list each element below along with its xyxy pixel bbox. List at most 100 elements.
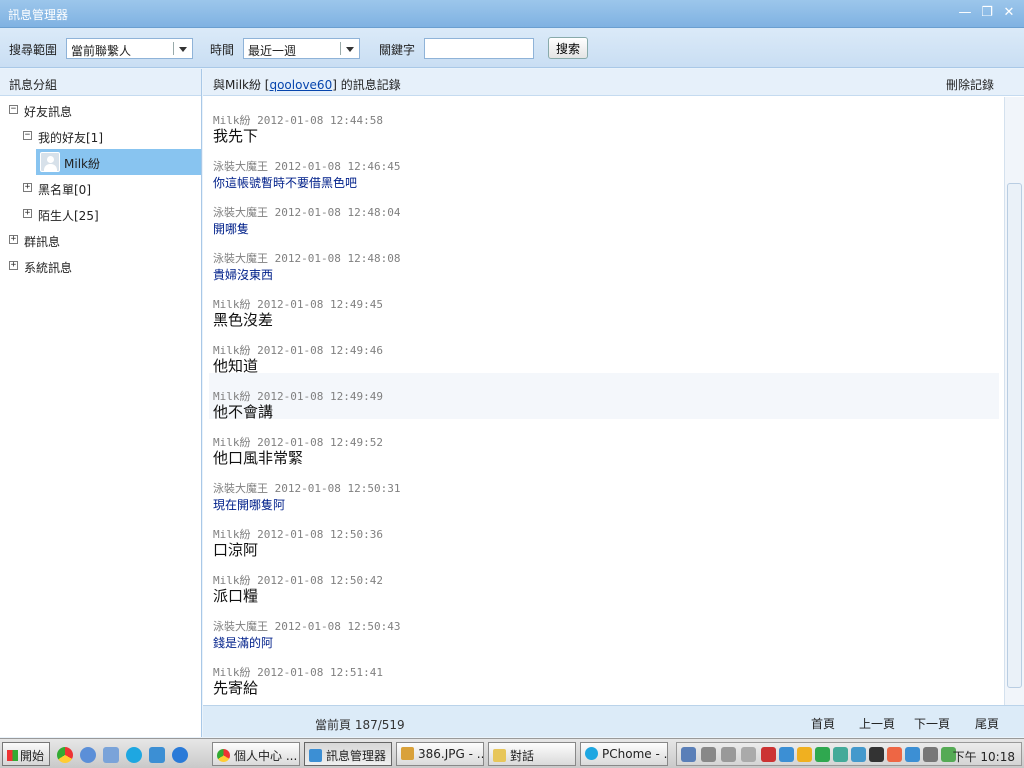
message-scrollbar[interactable] bbox=[1004, 97, 1024, 705]
message-sender: 泳裝大魔王 bbox=[213, 620, 268, 633]
message-time: 2012-01-08 12:49:45 bbox=[257, 298, 383, 311]
collapse-icon[interactable]: − bbox=[9, 105, 18, 114]
task-label: 個人中心 ... bbox=[234, 749, 298, 763]
scope-value: 當前聯繫人 bbox=[71, 44, 132, 58]
tree-item-blacklist[interactable]: + 黑名單[0] bbox=[0, 175, 200, 201]
task-label: 訊息管理器 bbox=[326, 749, 387, 763]
message-row: 泳裝大魔王 2012-01-08 12:48:04 開哪隻 bbox=[209, 189, 999, 236]
message-meta: 泳裝大魔王 2012-01-08 12:50:43 bbox=[213, 618, 400, 634]
skype-icon[interactable] bbox=[126, 747, 142, 763]
messenger-icon[interactable] bbox=[149, 747, 165, 763]
tray-icon[interactable] bbox=[833, 747, 848, 762]
chevron-down-icon[interactable] bbox=[346, 47, 354, 52]
chrome-icon bbox=[217, 749, 230, 762]
expand-icon[interactable]: + bbox=[23, 209, 32, 218]
message-row: Milk紛 2012-01-08 12:50:36 口涼阿 bbox=[209, 511, 999, 559]
search-toolbar: 搜尋範圍 當前聯繫人 時間 最近一週 關鍵字 搜索 bbox=[0, 28, 1024, 68]
tray-icon[interactable] bbox=[761, 747, 776, 762]
tree-item-contact-selected[interactable]: Milk紛 bbox=[36, 149, 201, 175]
close-button[interactable]: ✕ bbox=[1002, 5, 1016, 21]
scope-select[interactable]: 當前聯繫人 bbox=[66, 38, 193, 59]
task-message-manager[interactable]: 訊息管理器 bbox=[304, 742, 392, 766]
tray-icon[interactable] bbox=[905, 747, 920, 762]
maximize-button[interactable]: ❐ bbox=[980, 5, 994, 21]
media-player-icon[interactable] bbox=[80, 747, 96, 763]
contact-id-link[interactable]: qoolove60 bbox=[269, 78, 332, 92]
skype-icon bbox=[585, 747, 598, 760]
message-row: Milk紛 2012-01-08 12:44:58 我先下 bbox=[209, 97, 999, 145]
message-row: Milk紛 2012-01-08 12:49:46 他知道 bbox=[209, 327, 999, 375]
tray-icon[interactable] bbox=[779, 747, 794, 762]
task-dialog[interactable]: 對話 bbox=[488, 742, 576, 766]
last-page-button[interactable]: 尾頁 bbox=[975, 715, 999, 732]
tree-item-label: 好友訊息 bbox=[24, 105, 73, 119]
message-time: 2012-01-08 12:48:08 bbox=[274, 252, 401, 265]
message-meta: 泳裝大魔王 2012-01-08 12:48:04 bbox=[213, 204, 400, 220]
tree-item-my-friends[interactable]: − 我的好友[1] bbox=[0, 123, 200, 149]
message-time: 2012-01-08 12:50:43 bbox=[274, 620, 401, 633]
task-pchome[interactable]: PChome - ... bbox=[580, 742, 668, 766]
tree-item-friends[interactable]: − 好友訊息 bbox=[0, 97, 200, 123]
chevron-down-icon[interactable] bbox=[179, 47, 187, 52]
task-image-viewer[interactable]: 386.JPG - ... bbox=[396, 742, 484, 766]
title-bar: 訊息管理器 — ❐ ✕ bbox=[0, 0, 1024, 28]
message-time: 2012-01-08 12:51:41 bbox=[257, 666, 383, 679]
tree-item-label: 群訊息 bbox=[24, 235, 61, 249]
message-text: 先寄給 bbox=[213, 679, 259, 697]
tree-item-system[interactable]: + 系統訊息 bbox=[0, 253, 200, 279]
prev-page-button[interactable]: 上一頁 bbox=[859, 715, 895, 732]
windows-logo-icon bbox=[7, 750, 18, 761]
avatar-icon bbox=[40, 152, 60, 172]
task-personal-center[interactable]: 個人中心 ... bbox=[212, 742, 300, 766]
message-meta: 泳裝大魔王 2012-01-08 12:46:45 bbox=[213, 158, 400, 174]
message-row: Milk紛 2012-01-08 12:49:52 他口風非常緊 bbox=[209, 419, 999, 467]
time-select[interactable]: 最近一週 bbox=[243, 38, 360, 59]
expand-icon[interactable]: + bbox=[23, 183, 32, 192]
app-icon[interactable] bbox=[103, 747, 119, 763]
keyword-label: 關鍵字 bbox=[379, 43, 416, 57]
tray-icon[interactable] bbox=[741, 747, 756, 762]
tray-icon[interactable] bbox=[923, 747, 938, 762]
tray-icon[interactable] bbox=[851, 747, 866, 762]
scroll-thumb[interactable] bbox=[1007, 183, 1022, 688]
message-row: 泳裝大魔王 2012-01-08 12:50:43 錢是滿的阿 bbox=[209, 603, 999, 650]
next-page-button[interactable]: 下一頁 bbox=[914, 715, 950, 732]
tray-icon[interactable] bbox=[869, 747, 884, 762]
search-button[interactable]: 搜索 bbox=[548, 37, 588, 59]
tray-icon[interactable] bbox=[681, 747, 696, 762]
expand-icon[interactable]: + bbox=[9, 235, 18, 244]
combo-separator bbox=[173, 42, 174, 55]
tray-icon[interactable] bbox=[721, 747, 736, 762]
delete-records-button[interactable]: 刪除記錄 bbox=[946, 76, 994, 93]
scope-label: 搜尋範圍 bbox=[9, 43, 58, 57]
chrome-icon[interactable] bbox=[57, 747, 73, 763]
folder-icon bbox=[493, 749, 506, 762]
task-label: PChome - ... bbox=[602, 747, 668, 761]
tree-item-label: 黑名單[0] bbox=[38, 183, 91, 197]
expand-icon[interactable]: + bbox=[9, 261, 18, 270]
groups-header: 訊息分組 bbox=[0, 69, 201, 96]
taskbar: 開始 個人中心 ... 訊息管理器 386.JPG - ... 對話 PChom… bbox=[0, 738, 1024, 768]
collapse-icon[interactable]: − bbox=[23, 131, 32, 140]
qq-icon[interactable] bbox=[797, 747, 812, 762]
message-meta: 泳裝大魔王 2012-01-08 12:50:31 bbox=[213, 480, 400, 496]
message-meta: 泳裝大魔王 2012-01-08 12:48:08 bbox=[213, 250, 400, 266]
tree-item-strangers[interactable]: + 陌生人[25] bbox=[0, 201, 200, 227]
system-tray: 下午 10:18 bbox=[676, 742, 1022, 766]
keyword-input[interactable] bbox=[424, 38, 534, 59]
internet-explorer-icon[interactable] bbox=[172, 747, 188, 763]
start-label: 開始 bbox=[20, 749, 45, 763]
message-row: 泳裝大魔王 2012-01-08 12:46:45 你這帳號暫時不要借黑色吧 bbox=[209, 143, 999, 190]
minimize-button[interactable]: — bbox=[958, 5, 972, 21]
start-button[interactable]: 開始 bbox=[2, 742, 50, 766]
message-row-highlighted: Milk紛 2012-01-08 12:49:49 他不會講 bbox=[209, 373, 999, 421]
first-page-button[interactable]: 首頁 bbox=[811, 715, 835, 732]
message-time: 2012-01-08 12:44:58 bbox=[257, 114, 383, 127]
tray-icon[interactable] bbox=[887, 747, 902, 762]
window-title: 訊息管理器 bbox=[8, 8, 69, 22]
message-list: Milk紛 2012-01-08 12:44:58 我先下 泳裝大魔王 2012… bbox=[203, 97, 1004, 705]
window-controls: — ❐ ✕ bbox=[958, 5, 1016, 21]
tree-item-groups[interactable]: + 群訊息 bbox=[0, 227, 200, 253]
tray-icon[interactable] bbox=[815, 747, 830, 762]
tray-icon[interactable] bbox=[701, 747, 716, 762]
